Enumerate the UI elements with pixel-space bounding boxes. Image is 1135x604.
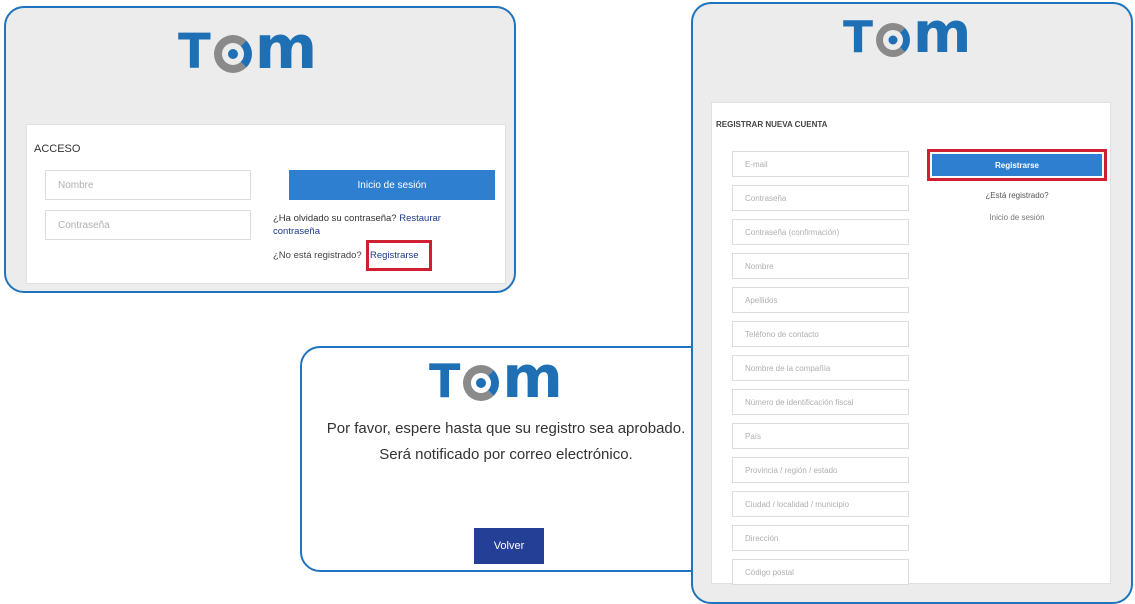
- pending-panel: T m Por favor, espere hasta que su regis…: [300, 346, 712, 572]
- tax-id-field[interactable]: Número de identificación fiscal: [732, 389, 909, 415]
- address-field[interactable]: Dirección: [732, 525, 909, 551]
- name-field[interactable]: Nombre: [45, 170, 251, 200]
- region-field[interactable]: Provincia / región / estado: [732, 457, 909, 483]
- logo-letter-t: T: [178, 24, 211, 80]
- already-registered-label: ¿Está registrado?: [985, 191, 1049, 200]
- tom-logo: T m: [843, 6, 971, 63]
- logo-letter-t: T: [429, 354, 461, 408]
- city-field[interactable]: Ciudad / localidad / municipio: [732, 491, 909, 517]
- forgot-password-text: ¿Ha olvidado su contraseña? Restaurar co…: [273, 212, 503, 238]
- tom-logo: T m: [429, 348, 563, 408]
- forgot-label: ¿Ha olvidado su contraseña?: [273, 213, 397, 224]
- register-highlight-box: [366, 240, 432, 271]
- postal-code-field[interactable]: Código postal: [732, 559, 909, 585]
- logo-o-icon: [213, 35, 252, 73]
- password-field[interactable]: Contraseña: [45, 210, 251, 240]
- pending-message-line-1: Por favor, espere hasta que su registro …: [326, 420, 686, 437]
- last-name-field[interactable]: Apellidos: [732, 287, 909, 313]
- logo-letter-m: m: [254, 13, 318, 83]
- pending-message-line-2: Será notificado por correo electrónico.: [379, 446, 633, 463]
- register-card: REGISTRAR NUEVA CUENTA E-mail Contraseña…: [711, 102, 1111, 585]
- logo-letter-t: T: [843, 12, 874, 63]
- first-name-field[interactable]: Nombre: [732, 253, 909, 279]
- back-button[interactable]: Volver: [474, 528, 544, 564]
- logo-letter-m: m: [913, 2, 972, 66]
- logo-o-icon: [876, 23, 911, 57]
- email-field[interactable]: E-mail: [732, 151, 909, 177]
- section-title: REGISTRAR NUEVA CUENTA: [716, 120, 828, 129]
- tom-logo: T m: [178, 18, 317, 80]
- restore-link[interactable]: Restaurar: [399, 213, 441, 224]
- password-confirm-field[interactable]: Contraseña (confirmación): [732, 219, 909, 245]
- country-field[interactable]: País: [732, 423, 909, 449]
- register-highlight-box: [927, 149, 1107, 181]
- password-field[interactable]: Contraseña: [732, 185, 909, 211]
- login-card: ACCESO Nombre Contraseña Inicio de sesió…: [26, 124, 506, 284]
- section-title: ACCESO: [34, 143, 81, 155]
- logo-letter-m: m: [502, 346, 563, 411]
- not-registered-label: ¿No está registrado?: [273, 250, 362, 261]
- restore-link-2[interactable]: contraseña: [273, 226, 320, 237]
- login-button[interactable]: Inicio de sesión: [289, 170, 495, 200]
- company-field[interactable]: Nombre de la compañía: [732, 355, 909, 381]
- logo-o-icon: [463, 365, 500, 401]
- register-panel: T m REGISTRAR NUEVA CUENTA E-mail Contra…: [691, 2, 1133, 604]
- login-panel: T m ACCESO Nombre Contraseña Inicio de s…: [4, 6, 516, 293]
- phone-field[interactable]: Teléfono de contacto: [732, 321, 909, 347]
- login-link[interactable]: Inicio de sesión: [932, 213, 1102, 222]
